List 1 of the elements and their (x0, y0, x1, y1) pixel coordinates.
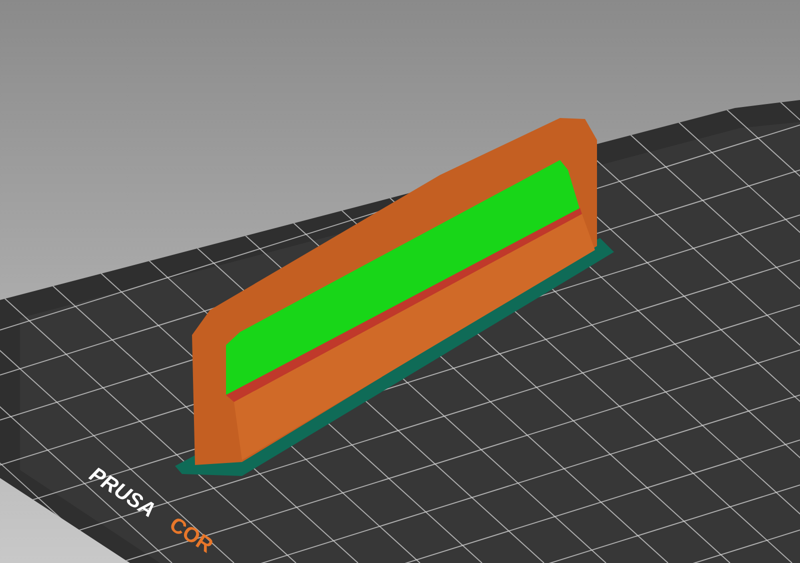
bed-logo-text: COR (165, 512, 217, 558)
